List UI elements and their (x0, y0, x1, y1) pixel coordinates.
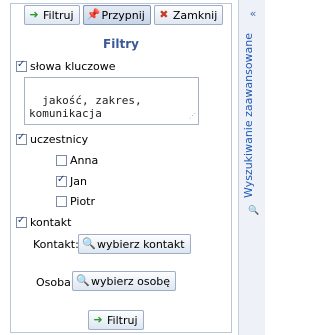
search-icon: 🔍 (82, 237, 96, 250)
collapse-panel-icon[interactable]: « (247, 8, 259, 20)
keywords-label: słowa kluczowe (30, 60, 116, 73)
filter-button-label: Filtruj (43, 8, 74, 22)
resize-grip-icon[interactable]: ⋰ (189, 110, 196, 123)
select-person-label: wybierz osobę (91, 274, 171, 288)
advanced-search-label: Wyszukiwanie zaawansowane (242, 32, 255, 198)
participant-anna[interactable]: Anna (56, 154, 98, 167)
bottom-filter-button[interactable]: ➜ Filtruj (88, 310, 144, 330)
close-button-label: Zamknij (172, 8, 218, 22)
participant-label: Piotr (70, 195, 96, 208)
pushpin-icon: 📌 (86, 8, 101, 21)
toolbar: ➜ Filtruj 📌 Przypnij ✖ Zamknij (24, 5, 224, 27)
pin-button-label: Przypnij (101, 8, 145, 22)
participants-row[interactable]: uczestnicy (16, 132, 89, 146)
keywords-textarea[interactable]: jakość, zakres, komunikacja ⋰ (24, 77, 199, 125)
close-button[interactable]: ✖ Zamknij (153, 5, 224, 25)
contact-row[interactable]: kontakt (16, 215, 72, 229)
participant-checkbox[interactable] (56, 155, 67, 166)
participants-label: uczestnicy (30, 133, 89, 146)
participant-label: Anna (70, 154, 99, 167)
keywords-checkbox[interactable] (16, 59, 27, 72)
contact-label: kontakt (30, 216, 72, 229)
participant-checkbox[interactable] (56, 196, 67, 207)
keywords-value: jakość, zakres, komunikacja (29, 94, 142, 120)
participants-checkbox[interactable] (16, 132, 27, 145)
keywords-row[interactable]: słowa kluczowe (16, 59, 116, 73)
advanced-search-tab[interactable]: Wyszukiwanie zaawansowane (239, 30, 266, 200)
select-contact-button[interactable]: 🔍 wybierz kontakt (78, 234, 191, 254)
participant-jan[interactable]: Jan (56, 174, 87, 188)
pin-button[interactable]: 📌 Przypnij (82, 5, 151, 25)
select-contact-label: wybierz kontakt (97, 237, 185, 251)
select-person-button[interactable]: 🔍 wybierz osobę (72, 271, 177, 291)
filter-button[interactable]: ➜ Filtruj (24, 5, 80, 25)
arrow-right-icon: ➜ (29, 8, 39, 21)
contact-field-label: Kontakt: (33, 238, 79, 251)
search-icon: 🔍 (76, 274, 90, 287)
arrow-right-icon: ➜ (93, 313, 103, 326)
advanced-search-sidebar[interactable]: « Wyszukiwanie zaawansowane 🔍 (238, 0, 265, 335)
participant-checkbox[interactable] (56, 174, 67, 187)
close-icon: ✖ (159, 8, 169, 21)
participant-piotr[interactable]: Piotr (56, 195, 95, 208)
contact-checkbox[interactable] (16, 215, 27, 228)
participant-label: Jan (70, 175, 87, 188)
bottom-filter-label: Filtruj (107, 313, 138, 327)
search-icon: 🔍 (248, 206, 260, 216)
person-field-label: Osoba: (36, 276, 75, 289)
panel-title: Filtry (103, 37, 139, 51)
